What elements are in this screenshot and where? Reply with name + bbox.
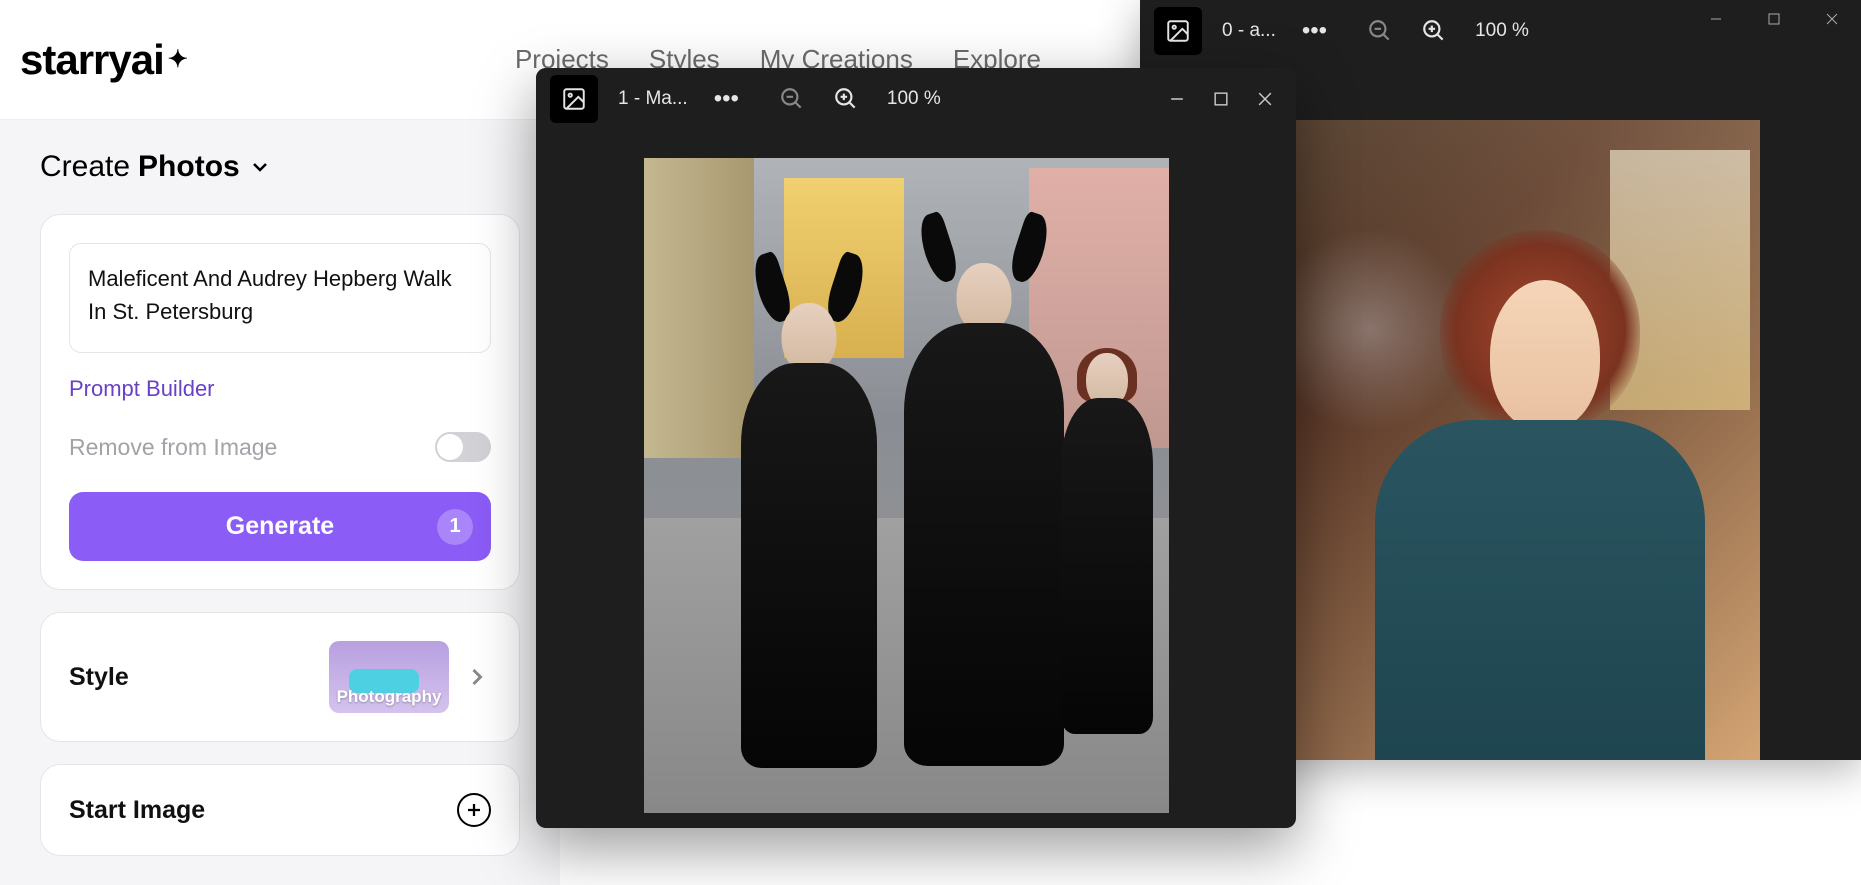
style-label: Style [69, 663, 129, 692]
viewer1-titlebar[interactable]: 1 - Ma... ••• 100 % [536, 68, 1296, 130]
generate-label: Generate [226, 512, 334, 541]
create-sidebar: Create Photos Prompt Builder Remove from… [0, 120, 560, 885]
zoom-out-icon[interactable] [1367, 18, 1393, 44]
create-mode-selector[interactable]: Create Photos [40, 150, 520, 184]
zoom-in-icon[interactable] [833, 86, 859, 112]
chevron-right-icon [463, 663, 491, 691]
viewer2-more-button[interactable]: ••• [1302, 17, 1327, 45]
remove-toggle[interactable] [435, 432, 491, 462]
close-icon [1258, 92, 1272, 106]
maximize-button[interactable] [1214, 92, 1228, 106]
viewer2-app-icon[interactable] [1154, 7, 1202, 55]
viewer2-zoom-percent: 100 % [1475, 20, 1529, 42]
minimize-button[interactable] [1687, 0, 1745, 38]
remove-label: Remove from Image [69, 434, 277, 461]
image-icon [561, 86, 587, 112]
viewer1-title: 1 - Ma... [618, 88, 688, 110]
minimize-icon [1710, 13, 1722, 25]
close-button[interactable] [1803, 0, 1861, 38]
viewer1-app-icon[interactable] [550, 75, 598, 123]
zoom-out-icon[interactable] [779, 86, 805, 112]
remove-from-image-row: Remove from Image [69, 432, 491, 462]
add-start-image-button[interactable] [457, 793, 491, 827]
start-image-card[interactable]: Start Image [40, 764, 520, 856]
viewer2-title: 0 - a... [1222, 20, 1276, 42]
viewer1-window-controls [1170, 92, 1282, 106]
style-thumbnail: Photography [329, 641, 449, 713]
create-label: Create [40, 150, 130, 184]
maximize-button[interactable] [1745, 0, 1803, 38]
prompt-builder-link[interactable]: Prompt Builder [69, 376, 215, 402]
minimize-button[interactable] [1170, 92, 1184, 106]
prompt-card: Prompt Builder Remove from Image Generat… [40, 214, 520, 590]
generate-count-badge: 1 [437, 509, 473, 545]
start-image-label: Start Image [69, 796, 205, 825]
maximize-icon [1768, 13, 1780, 25]
minimize-icon [1170, 92, 1184, 106]
zoom-in-icon[interactable] [1421, 18, 1447, 44]
chevron-down-icon [248, 155, 272, 179]
viewer1-zoom-percent: 100 % [887, 88, 941, 110]
logo-text: starryai [20, 36, 164, 84]
viewer2-image [1260, 120, 1760, 760]
viewer1-image [644, 158, 1169, 813]
viewer1-more-button[interactable]: ••• [714, 85, 739, 113]
app-logo[interactable]: starryai ✦ [20, 36, 187, 84]
generate-button[interactable]: Generate 1 [69, 492, 491, 561]
image-icon [1165, 18, 1191, 44]
close-icon [1826, 13, 1838, 25]
close-button[interactable] [1258, 92, 1272, 106]
maximize-icon [1214, 92, 1228, 106]
create-subject: Photos [138, 150, 240, 184]
style-card[interactable]: Style Photography [40, 612, 520, 742]
plus-icon [465, 801, 483, 819]
viewer2-window-controls [1687, 0, 1861, 38]
image-viewer-window-1[interactable]: 1 - Ma... ••• 100 % [536, 68, 1296, 828]
prompt-input[interactable] [69, 243, 491, 353]
style-value: Photography [337, 687, 442, 707]
sparkle-icon: ✦ [168, 45, 187, 74]
